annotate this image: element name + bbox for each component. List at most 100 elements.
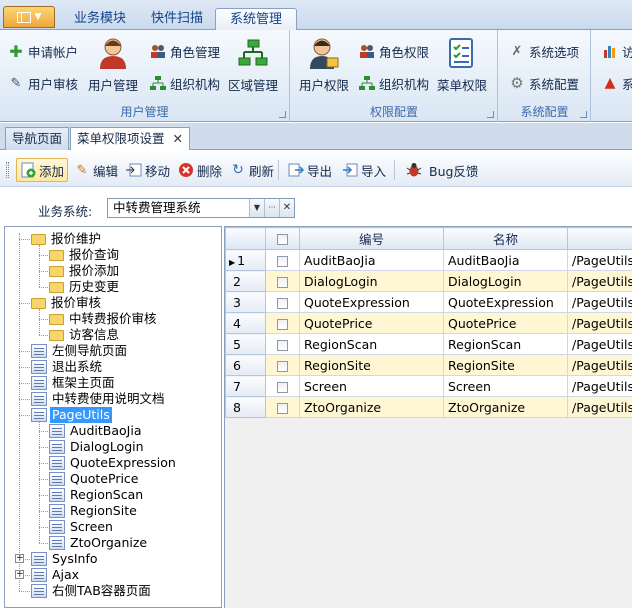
- add-button[interactable]: 添加: [16, 158, 69, 182]
- app-menu-button[interactable]: ▼: [3, 6, 55, 28]
- refresh-icon: ↻: [232, 162, 244, 178]
- row-number-cell: 4: [225, 312, 266, 334]
- user-permission-button[interactable]: 用户权限: [299, 36, 349, 94]
- system-config-button[interactable]: ⚙ 系统配置: [509, 72, 579, 94]
- tree-node[interactable]: 右侧TAB容器页面: [31, 583, 153, 599]
- tree-node[interactable]: 报价维护: [31, 231, 103, 247]
- close-icon[interactable]: ✕: [173, 131, 183, 146]
- import-icon: [342, 162, 358, 178]
- tree-node[interactable]: Ajax: [31, 567, 81, 583]
- tree-node[interactable]: 报价添加: [49, 263, 121, 279]
- row-checkbox-cell[interactable]: [265, 291, 300, 313]
- column-header-url[interactable]: [567, 227, 632, 250]
- dialog-launcher-icon[interactable]: [487, 111, 494, 118]
- column-header-name[interactable]: 名称: [443, 227, 568, 250]
- table-row[interactable]: 2 DialogLoginDialogLogin/PageUtils/I: [225, 270, 632, 292]
- menu-tree[interactable]: 报价维护 报价查询 报价添加 历史变更 报价审核 中转费报价审核 访客信息 左侧导航页面 退出系…: [4, 226, 222, 608]
- table-row[interactable]: 8 ZtoOrganizeZtoOrganize/PageUtils/Z: [225, 396, 632, 418]
- tree-node[interactable]: QuoteExpression: [49, 455, 178, 471]
- row-checkbox-cell[interactable]: [265, 354, 300, 376]
- tree-node[interactable]: PageUtils: [31, 407, 112, 423]
- user-management-button[interactable]: 用户管理: [88, 36, 138, 94]
- tree-node[interactable]: DialogLogin: [49, 439, 146, 455]
- bug-report-button[interactable]: Bug反馈: [404, 158, 480, 182]
- business-system-select[interactable]: 中转费管理系统 ▼ ··· ✕: [107, 198, 295, 218]
- business-system-value: 中转费管理系统: [113, 200, 201, 215]
- row-checkbox[interactable]: [277, 255, 288, 267]
- toolbar-grip[interactable]: [6, 162, 9, 178]
- row-checkbox[interactable]: [277, 381, 288, 393]
- tab-menu-permission-settings[interactable]: 菜单权限项设置 ✕: [70, 127, 190, 150]
- dialog-launcher-icon[interactable]: [580, 111, 587, 118]
- group-user-management: ✚ 申请帐户 ✎ 用户审核 用户管理 角色管理 组织机构 区域管理 用户管理: [0, 30, 290, 122]
- system-warning-button[interactable]: ▲ 系: [602, 72, 632, 94]
- export-button[interactable]: 导出: [286, 158, 334, 182]
- tree-node[interactable]: 框架主页面: [31, 375, 117, 391]
- tree-node[interactable]: QuotePrice: [49, 471, 141, 487]
- tree-node[interactable]: 历史变更: [49, 279, 121, 295]
- organization-button[interactable]: 组织机构: [150, 72, 220, 94]
- tree-connector: [39, 479, 48, 480]
- refresh-button[interactable]: ↻ 刷新: [228, 158, 276, 182]
- select-all-header[interactable]: [265, 227, 300, 250]
- select-all-checkbox[interactable]: [277, 234, 288, 245]
- user-audit-button[interactable]: ✎ 用户审核: [8, 72, 78, 94]
- more-icon[interactable]: ···: [264, 199, 279, 217]
- tree-node[interactable]: 左侧导航页面: [31, 343, 129, 359]
- delete-button[interactable]: 删除: [176, 158, 224, 182]
- row-checkbox[interactable]: [277, 339, 288, 351]
- row-checkbox[interactable]: [277, 297, 288, 309]
- dialog-launcher-icon[interactable]: [279, 111, 286, 118]
- move-button[interactable]: 移动: [124, 158, 172, 182]
- row-checkbox-cell[interactable]: [265, 270, 300, 292]
- tree-node[interactable]: 报价审核: [31, 295, 103, 311]
- table-row[interactable]: ▶1 AuditBaoJiaAuditBaoJia/PageUtils/A: [225, 249, 632, 271]
- tree-node[interactable]: RegionSite: [49, 503, 139, 519]
- table-row[interactable]: 7 ScreenScreen/PageUtils/S: [225, 375, 632, 397]
- edit-button[interactable]: ✎ 编辑: [72, 158, 120, 182]
- tree-node[interactable]: SysInfo: [31, 551, 100, 567]
- row-checkbox[interactable]: [277, 318, 288, 330]
- menu-permission-button[interactable]: 菜单权限: [437, 36, 487, 94]
- row-checkbox-cell[interactable]: [265, 249, 300, 271]
- tree-node-label: RegionScan: [70, 487, 144, 502]
- row-checkbox[interactable]: [277, 276, 288, 288]
- tab-express-scan[interactable]: 快件扫描: [137, 8, 217, 30]
- row-checkbox-cell[interactable]: [265, 312, 300, 334]
- clear-icon[interactable]: ✕: [279, 199, 294, 217]
- tree-node[interactable]: 中转费使用说明文档: [31, 391, 167, 407]
- row-checkbox-cell[interactable]: [265, 333, 300, 355]
- tab-business-module[interactable]: 业务模块: [60, 8, 140, 30]
- table-row[interactable]: 6 RegionSiteRegionSite/PageUtils/I: [225, 354, 632, 376]
- table-row[interactable]: 3 QuoteExpression QuoteExpression/PageUtil…: [225, 291, 632, 313]
- system-options-button[interactable]: ✗ 系统选项: [509, 40, 579, 62]
- dropdown-arrow-icon[interactable]: ▼: [249, 199, 264, 217]
- tab-system-management[interactable]: 系统管理: [215, 8, 298, 30]
- perm-organization-button[interactable]: 组织机构: [359, 72, 429, 94]
- column-header-code[interactable]: 编号: [299, 227, 444, 250]
- tree-node[interactable]: AuditBaoJia: [49, 423, 143, 439]
- row-checkbox[interactable]: [277, 402, 288, 414]
- import-button[interactable]: 导入: [340, 158, 388, 182]
- row-checkbox-cell[interactable]: [265, 375, 300, 397]
- role-management-button[interactable]: 角色管理: [150, 40, 220, 62]
- row-checkbox-cell[interactable]: [265, 396, 300, 418]
- tree-node[interactable]: 退出系统: [31, 359, 104, 375]
- tree-node[interactable]: 报价查询: [49, 247, 121, 263]
- tree-node[interactable]: 访客信息: [49, 327, 121, 343]
- tree-node[interactable]: Screen: [49, 519, 115, 535]
- apply-account-button[interactable]: ✚ 申请帐户: [8, 40, 78, 62]
- row-checkbox[interactable]: [277, 360, 288, 372]
- tab-navigation-page[interactable]: 导航页面: [5, 127, 70, 150]
- grid-body: ▶1 AuditBaoJiaAuditBaoJia/PageUtils/A 2 Dia…: [225, 249, 632, 418]
- row-number-cell: ▶ 1: [225, 249, 266, 271]
- name-cell: Screen: [443, 375, 568, 397]
- tree-node[interactable]: ZtoOrganize: [49, 535, 149, 551]
- tree-node[interactable]: 中转费报价审核: [49, 311, 159, 327]
- table-row[interactable]: 4 QuotePriceQuotePrice/PageUtils/Q: [225, 312, 632, 334]
- tree-node[interactable]: RegionScan: [49, 487, 145, 503]
- area-management-button[interactable]: 区域管理: [228, 36, 278, 94]
- role-permission-button[interactable]: 角色权限: [359, 40, 429, 62]
- table-row[interactable]: 5 RegionScanRegionScan/PageUtils/I: [225, 333, 632, 355]
- visit-button[interactable]: 访: [602, 40, 632, 62]
